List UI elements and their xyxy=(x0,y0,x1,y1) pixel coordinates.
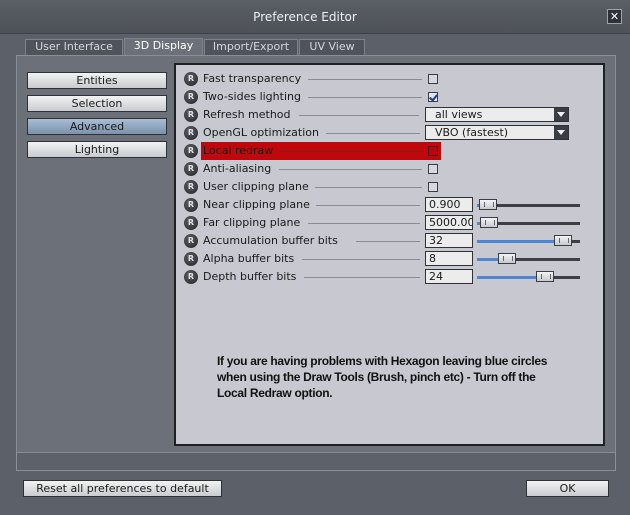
setting-row-user-clipping-plane: R User clipping plane xyxy=(184,179,594,195)
slider-handle[interactable] xyxy=(498,253,516,264)
setting-label: Far clipping plane xyxy=(203,216,301,229)
two-sides-lighting-checkbox[interactable] xyxy=(428,92,438,102)
setting-row-refresh-method: R Refresh method all views xyxy=(184,107,594,123)
setting-label: Anti-aliasing xyxy=(203,162,272,175)
slider-handle[interactable] xyxy=(479,199,497,210)
slider-handle[interactable] xyxy=(480,217,498,228)
setting-row-alpha-buffer-bits: R Alpha buffer bits 8 xyxy=(184,251,594,267)
setting-row-fast-transparency: R Fast transparency xyxy=(184,71,594,87)
window-title: Preference Editor xyxy=(253,10,357,24)
reset-all-preferences-button[interactable]: Reset all preferences to default xyxy=(23,480,222,497)
fast-transparency-checkbox[interactable] xyxy=(428,74,438,84)
anti-aliasing-checkbox[interactable] xyxy=(428,164,438,174)
setting-label: Accumulation buffer bits xyxy=(203,234,338,247)
setting-label: Depth buffer bits xyxy=(203,270,297,283)
reset-setting-icon[interactable]: R xyxy=(184,216,198,230)
near-clipping-plane-slider[interactable] xyxy=(477,199,580,210)
note-line: If you are having problems with Hexagon … xyxy=(217,354,548,368)
leader-line xyxy=(302,259,420,260)
sidebar-item-advanced[interactable]: Advanced xyxy=(27,118,167,135)
sidebar-item-entities[interactable]: Entities xyxy=(27,72,167,89)
local-redraw-checkbox[interactable] xyxy=(428,146,438,156)
leader-line xyxy=(356,241,420,242)
slider-handle[interactable] xyxy=(536,271,554,282)
reset-setting-icon[interactable]: R xyxy=(184,198,198,212)
alpha-buffer-bits-input[interactable]: 8 xyxy=(425,251,473,266)
select-value: all views xyxy=(435,108,483,121)
note-line: Local Redraw option. xyxy=(217,386,333,400)
accumulation-buffer-bits-input[interactable]: 32 xyxy=(425,233,473,248)
status-strip xyxy=(17,452,615,470)
accumulation-buffer-bits-slider[interactable] xyxy=(477,235,580,246)
alpha-buffer-bits-slider[interactable] xyxy=(477,253,580,264)
opengl-optimization-select[interactable]: VBO (fastest) xyxy=(425,125,569,140)
sidebar-item-lighting[interactable]: Lighting xyxy=(27,141,167,158)
depth-buffer-bits-slider[interactable] xyxy=(477,271,580,282)
setting-row-opengl-optimization: R OpenGL optimization VBO (fastest) xyxy=(184,125,594,141)
leader-line xyxy=(315,187,422,188)
leader-line xyxy=(279,169,422,170)
setting-label: Local redraw xyxy=(203,144,274,157)
reset-setting-icon[interactable]: R xyxy=(184,234,198,248)
note-line: when using the Draw Tools (Brush, pinch … xyxy=(217,370,536,384)
reset-setting-icon[interactable]: R xyxy=(184,90,198,104)
refresh-method-select[interactable]: all views xyxy=(425,107,569,122)
leader-line xyxy=(326,133,420,134)
setting-row-local-redraw: R Local redraw xyxy=(184,143,594,159)
tab-import-export[interactable]: Import/Export xyxy=(204,39,298,55)
leader-line xyxy=(304,277,420,278)
setting-row-far-clipping-plane: R Far clipping plane 5000.00 xyxy=(184,215,594,231)
tab-user-interface[interactable]: User Interface xyxy=(25,39,123,55)
leader-line xyxy=(316,205,420,206)
setting-row-near-clipping-plane: R Near clipping plane 0.900 xyxy=(184,197,594,213)
setting-row-accumulation-buffer-bits: R Accumulation buffer bits 32 xyxy=(184,233,594,249)
leader-line xyxy=(299,115,419,116)
setting-label: Alpha buffer bits xyxy=(203,252,295,265)
chevron-down-icon[interactable] xyxy=(554,126,568,139)
tab-3d-display[interactable]: 3D Display xyxy=(124,38,203,55)
leader-line xyxy=(308,79,422,80)
slider-handle[interactable] xyxy=(554,235,572,246)
far-clipping-plane-input[interactable]: 5000.00 xyxy=(425,215,473,230)
reset-setting-icon[interactable]: R xyxy=(184,252,198,266)
depth-buffer-bits-input[interactable]: 24 xyxy=(425,269,473,284)
near-clipping-plane-input[interactable]: 0.900 xyxy=(425,197,473,212)
reset-setting-icon[interactable]: R xyxy=(184,180,198,194)
setting-label: Fast transparency xyxy=(203,72,302,85)
reset-setting-icon[interactable]: R xyxy=(184,144,198,158)
leader-line xyxy=(280,151,422,152)
reset-setting-icon[interactable]: R xyxy=(184,126,198,140)
reset-setting-icon[interactable]: R xyxy=(184,72,198,86)
setting-label: Two-sides lighting xyxy=(203,90,301,103)
setting-label: OpenGL optimization xyxy=(203,126,319,139)
ok-button[interactable]: OK xyxy=(526,480,609,497)
setting-label: User clipping plane xyxy=(203,180,309,193)
reset-setting-icon[interactable]: R xyxy=(184,108,198,122)
setting-label: Refresh method xyxy=(203,108,291,121)
reset-setting-icon[interactable]: R xyxy=(184,270,198,284)
reset-setting-icon[interactable]: R xyxy=(184,162,198,176)
select-value: VBO (fastest) xyxy=(435,126,509,139)
setting-row-two-sides-lighting: R Two-sides lighting xyxy=(184,89,594,105)
setting-row-depth-buffer-bits: R Depth buffer bits 24 xyxy=(184,269,594,285)
chevron-down-icon[interactable] xyxy=(554,108,568,121)
leader-line xyxy=(308,97,422,98)
close-button[interactable]: ✕ xyxy=(607,9,622,24)
user-clipping-plane-checkbox[interactable] xyxy=(428,182,438,192)
sidebar-item-selection[interactable]: Selection xyxy=(27,95,167,112)
setting-label: Near clipping plane xyxy=(203,198,310,211)
far-clipping-plane-slider[interactable] xyxy=(477,217,580,228)
leader-line xyxy=(308,223,420,224)
title-bar: Preference Editor ✕ xyxy=(0,0,630,34)
help-note: If you are having problems with Hexagon … xyxy=(217,353,577,401)
tab-uv-view[interactable]: UV View xyxy=(299,39,365,55)
setting-row-anti-aliasing: R Anti-aliasing xyxy=(184,161,594,177)
